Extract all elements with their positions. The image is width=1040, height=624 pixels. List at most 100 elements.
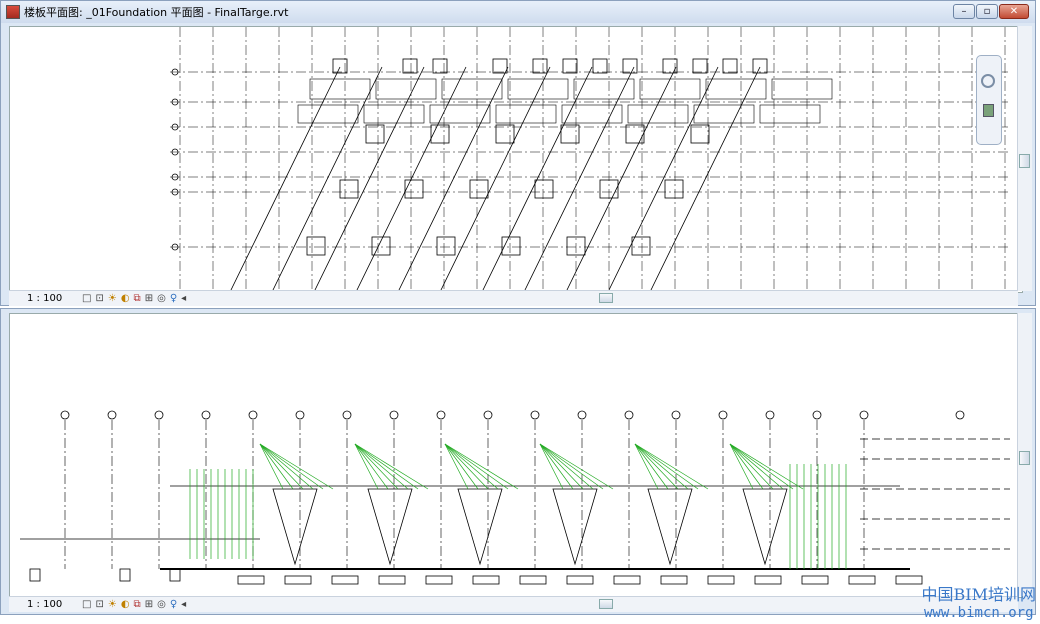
section-vscroll-thumb[interactable]: [1019, 451, 1030, 465]
detail-level-icon[interactable]: □: [82, 293, 91, 304]
detail-level-icon[interactable]: □: [82, 599, 91, 610]
grid-bubble: [812, 410, 822, 420]
section-green-line: [729, 443, 784, 490]
view-scale[interactable]: 1 : 100: [27, 293, 82, 304]
section-green-line: [444, 443, 499, 490]
slab-panel: [309, 78, 371, 100]
section-drawing: [20, 410, 1010, 585]
grid-bubble: [530, 410, 540, 420]
reveal-hidden-icon[interactable]: ♀: [170, 599, 177, 610]
slab-edge-line: [271, 66, 383, 292]
column-footing: [722, 58, 738, 74]
grid-bubble: [436, 410, 446, 420]
slab-edge-line: [313, 66, 425, 292]
slab-edge-line: [229, 66, 341, 292]
crop-view-icon[interactable]: ⧉: [134, 599, 141, 610]
section-green-line: [444, 443, 509, 490]
temporary-hide-icon[interactable]: ◎: [157, 293, 166, 304]
plan-view-titlebar[interactable]: 楼板平面图: _01Foundation 平面图 - FinalTarge.rv…: [1, 1, 1035, 23]
tree-column: [647, 488, 693, 566]
section-vertical-scrollbar[interactable]: [1017, 313, 1032, 596]
slab-panel: [441, 78, 503, 100]
section-green-line: [539, 443, 604, 490]
show-crop-icon[interactable]: ⊞: [145, 599, 153, 610]
section-green-line: [259, 443, 294, 490]
pile-cap: [707, 575, 735, 585]
slab-edge-line: [481, 66, 593, 292]
column-footing: [631, 236, 651, 256]
pile-cap: [169, 568, 181, 582]
shadows-icon[interactable]: ◐: [121, 293, 130, 304]
column-footing: [752, 58, 768, 74]
restore-button[interactable]: ▫: [976, 4, 998, 19]
column-footing: [365, 124, 385, 144]
slab-panel: [771, 78, 833, 100]
tree-column: [742, 488, 788, 566]
tree-column: [552, 488, 598, 566]
minimize-button[interactable]: –: [953, 4, 975, 19]
show-crop-icon[interactable]: ⊞: [145, 293, 153, 304]
section-green-line: [539, 443, 574, 490]
column-footing: [469, 179, 489, 199]
crop-view-icon[interactable]: ⧉: [134, 293, 141, 304]
slab-panel: [639, 78, 701, 100]
slab-edge-line: [439, 66, 551, 292]
slab-panel: [627, 104, 689, 124]
section-view-scale[interactable]: 1 : 100: [27, 599, 82, 610]
close-button[interactable]: ✕: [999, 4, 1029, 19]
section-green-line: [259, 443, 324, 490]
sun-path-icon[interactable]: ☀: [108, 599, 117, 610]
pile-cap: [425, 575, 453, 585]
column-footing: [436, 236, 456, 256]
slab-panel: [363, 104, 425, 124]
scroll-left-icon[interactable]: ◂: [181, 293, 186, 304]
slab-panel: [297, 104, 359, 124]
sun-path-icon[interactable]: ☀: [108, 293, 117, 304]
pile-cap: [613, 575, 641, 585]
grid-bubble: [342, 410, 352, 420]
plan-drawing-canvas[interactable]: [9, 26, 1023, 293]
section-green-line: [729, 443, 764, 490]
tree-column: [457, 488, 503, 566]
steering-wheel-icon[interactable]: [981, 74, 995, 88]
slab-panel: [429, 104, 491, 124]
pile-cap: [378, 575, 406, 585]
window-title: 楼板平面图: _01Foundation 平面图 - FinalTarge.rv…: [24, 6, 289, 19]
section-green-line: [354, 443, 389, 490]
slab-panel: [693, 104, 755, 124]
foundation-plan-drawing: [170, 27, 1010, 292]
section-green-line: [354, 443, 419, 490]
reveal-hidden-icon[interactable]: ♀: [170, 293, 177, 304]
zoom-icon[interactable]: [983, 104, 994, 117]
slab-panel: [375, 78, 437, 100]
grid-bubble: [295, 410, 305, 420]
plan-vertical-scrollbar[interactable]: [1017, 26, 1032, 291]
pile-cap: [331, 575, 359, 585]
column-footing: [402, 58, 418, 74]
column-footing: [625, 124, 645, 144]
plan-hscroll-thumb[interactable]: [599, 293, 613, 303]
section-drawing-canvas[interactable]: [9, 313, 1023, 598]
visual-style-icon[interactable]: ⊡: [95, 599, 103, 610]
section-green-line: [259, 443, 314, 490]
pile-cap: [119, 568, 131, 582]
column-footing: [592, 58, 608, 74]
visual-style-icon[interactable]: ⊡: [95, 293, 103, 304]
column-footing: [532, 58, 548, 74]
column-footing: [690, 124, 710, 144]
section-green-line: [354, 443, 409, 490]
section-green-line: [634, 443, 699, 490]
temporary-hide-icon[interactable]: ◎: [157, 599, 166, 610]
pile-cap: [660, 575, 688, 585]
column-footing: [371, 236, 391, 256]
scroll-left-icon[interactable]: ◂: [181, 599, 186, 610]
slab-edge-line: [649, 66, 761, 292]
plan-vscroll-thumb[interactable]: [1019, 154, 1030, 168]
section-green-line: [634, 443, 689, 490]
shadows-icon[interactable]: ◐: [121, 599, 130, 610]
grid-bubble: [154, 410, 164, 420]
grid-bubble: [859, 410, 869, 420]
section-hscroll-thumb[interactable]: [599, 599, 613, 609]
tree-column: [272, 488, 318, 566]
navigation-bar[interactable]: [976, 55, 1002, 145]
